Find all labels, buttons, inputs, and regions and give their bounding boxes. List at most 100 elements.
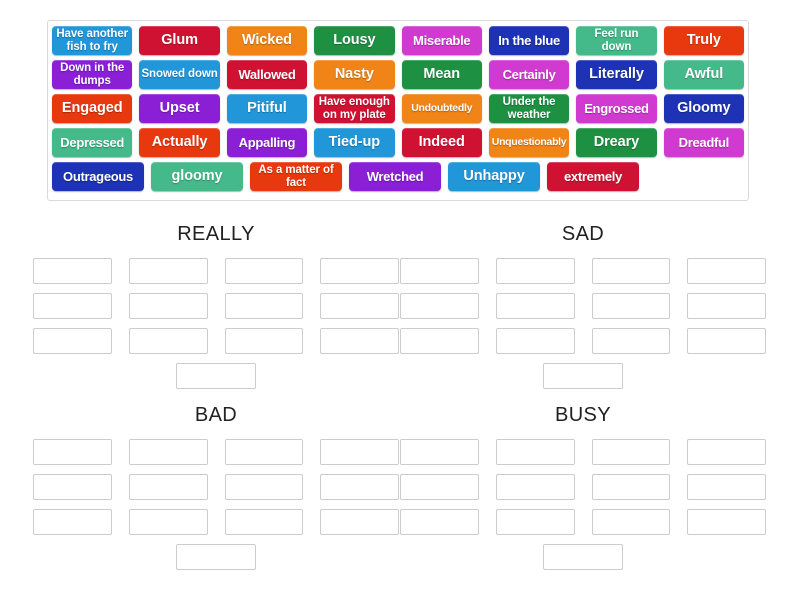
drop-slot[interactable] xyxy=(33,474,112,500)
drop-slot[interactable] xyxy=(224,258,304,284)
drop-slot[interactable] xyxy=(128,439,208,465)
drop-slot[interactable] xyxy=(495,509,575,535)
drop-slot[interactable] xyxy=(495,258,575,284)
category-group-busy: BUSY xyxy=(400,403,766,570)
word-tile[interactable]: Undoubtedly xyxy=(401,94,482,123)
drop-slot[interactable] xyxy=(687,439,766,465)
drop-slot[interactable] xyxy=(591,509,671,535)
word-tile[interactable]: Indeed xyxy=(401,128,482,157)
word-tile[interactable]: Wallowed xyxy=(226,60,308,89)
drop-slot[interactable] xyxy=(128,258,208,284)
drop-slot[interactable] xyxy=(400,293,479,319)
drop-slot[interactable] xyxy=(176,544,256,570)
word-tile[interactable]: Glum xyxy=(139,26,220,55)
word-tile[interactable]: Gloomy xyxy=(663,94,744,123)
drop-slot[interactable] xyxy=(687,474,766,500)
word-tile[interactable]: Dreadful xyxy=(663,128,744,157)
word-tile[interactable]: Literally xyxy=(576,60,657,89)
word-tile[interactable]: Engaged xyxy=(52,94,133,123)
tile-row: Depressed Actually Appalling Tied-up Indeed U… xyxy=(52,128,744,157)
drop-slot[interactable] xyxy=(33,293,112,319)
drop-slot[interactable] xyxy=(687,509,766,535)
drop-slots-sad xyxy=(400,258,766,389)
drop-slot[interactable] xyxy=(224,439,304,465)
word-tile[interactable]: Actually xyxy=(139,128,220,157)
word-tile[interactable]: Tied-up xyxy=(314,128,395,157)
word-tile[interactable]: Unhappy xyxy=(448,162,540,191)
drop-slot[interactable] xyxy=(320,258,399,284)
drop-slot[interactable] xyxy=(687,293,766,319)
drop-slot[interactable] xyxy=(128,474,208,500)
word-tile[interactable]: Appalling xyxy=(226,128,308,157)
word-tile[interactable]: Wretched xyxy=(349,162,441,191)
drop-slot[interactable] xyxy=(176,363,256,389)
drop-slot[interactable] xyxy=(400,509,479,535)
word-tile[interactable]: Upset xyxy=(139,94,220,123)
slot-row xyxy=(400,509,766,535)
drop-slot[interactable] xyxy=(33,509,112,535)
word-tile[interactable]: Depressed xyxy=(52,128,133,157)
word-tile[interactable]: Dreary xyxy=(576,128,657,157)
word-tile[interactable]: Lousy xyxy=(314,26,395,55)
word-tile[interactable]: Outrageous xyxy=(52,162,144,191)
drop-slot[interactable] xyxy=(400,328,479,354)
drop-slot[interactable] xyxy=(591,258,671,284)
drop-slot[interactable] xyxy=(543,544,623,570)
word-tile[interactable]: Nasty xyxy=(314,60,395,89)
drop-slot[interactable] xyxy=(687,328,766,354)
drop-slot[interactable] xyxy=(320,328,399,354)
word-tile[interactable]: Have another fish to fry xyxy=(52,26,133,55)
word-tile[interactable]: Engrossed xyxy=(576,94,657,123)
drop-slot[interactable] xyxy=(591,439,671,465)
word-tile[interactable]: gloomy xyxy=(151,162,243,191)
drop-slot[interactable] xyxy=(495,474,575,500)
drop-slot[interactable] xyxy=(320,509,399,535)
word-tile[interactable]: extremely xyxy=(547,162,639,191)
drop-slot[interactable] xyxy=(400,474,479,500)
drop-slot[interactable] xyxy=(320,439,399,465)
slot-row xyxy=(400,258,766,284)
word-tile[interactable]: Down in the dumps xyxy=(52,60,133,89)
drop-slot[interactable] xyxy=(33,258,112,284)
word-tile[interactable]: Have enough on my plate xyxy=(314,94,395,123)
drop-slot[interactable] xyxy=(224,293,304,319)
drop-slot[interactable] xyxy=(128,293,208,319)
drop-slot[interactable] xyxy=(687,258,766,284)
word-tile[interactable]: Miserable xyxy=(401,26,482,55)
word-tile[interactable]: Pitiful xyxy=(226,94,308,123)
drop-slot[interactable] xyxy=(400,258,479,284)
drop-slot[interactable] xyxy=(495,439,575,465)
drop-slot[interactable] xyxy=(33,328,112,354)
drop-slot[interactable] xyxy=(224,328,304,354)
drop-slot[interactable] xyxy=(495,293,575,319)
drop-slots-really xyxy=(33,258,399,389)
word-tile[interactable]: Awful xyxy=(663,60,744,89)
drop-slot[interactable] xyxy=(495,328,575,354)
word-tile[interactable]: As a matter of fact xyxy=(250,162,342,191)
drop-slot[interactable] xyxy=(33,439,112,465)
drop-slot[interactable] xyxy=(591,328,671,354)
word-tile[interactable]: Truly xyxy=(663,26,744,55)
drop-slot[interactable] xyxy=(224,509,304,535)
drop-slot[interactable] xyxy=(543,363,623,389)
drop-slot[interactable] xyxy=(128,509,208,535)
word-tile[interactable]: Snowed down xyxy=(139,60,220,89)
slot-row xyxy=(33,509,399,535)
word-tile[interactable]: Certainly xyxy=(488,60,570,89)
word-tile[interactable]: Wicked xyxy=(226,26,308,55)
drop-slot[interactable] xyxy=(224,474,304,500)
drop-slot[interactable] xyxy=(591,474,671,500)
drop-slot[interactable] xyxy=(128,328,208,354)
word-tile[interactable]: In the blue xyxy=(488,26,570,55)
drop-slot[interactable] xyxy=(320,474,399,500)
drop-slot[interactable] xyxy=(591,293,671,319)
word-tile[interactable]: Mean xyxy=(401,60,482,89)
word-tile[interactable]: Unquestionably xyxy=(488,128,570,157)
category-title-busy: BUSY xyxy=(554,404,612,426)
word-tile[interactable]: Feel run down xyxy=(576,26,657,55)
category-title-bad: BAD xyxy=(194,404,238,426)
drop-slot[interactable] xyxy=(400,439,479,465)
word-tile[interactable]: Under the weather xyxy=(488,94,570,123)
slot-row xyxy=(400,439,766,465)
drop-slot[interactable] xyxy=(320,293,399,319)
